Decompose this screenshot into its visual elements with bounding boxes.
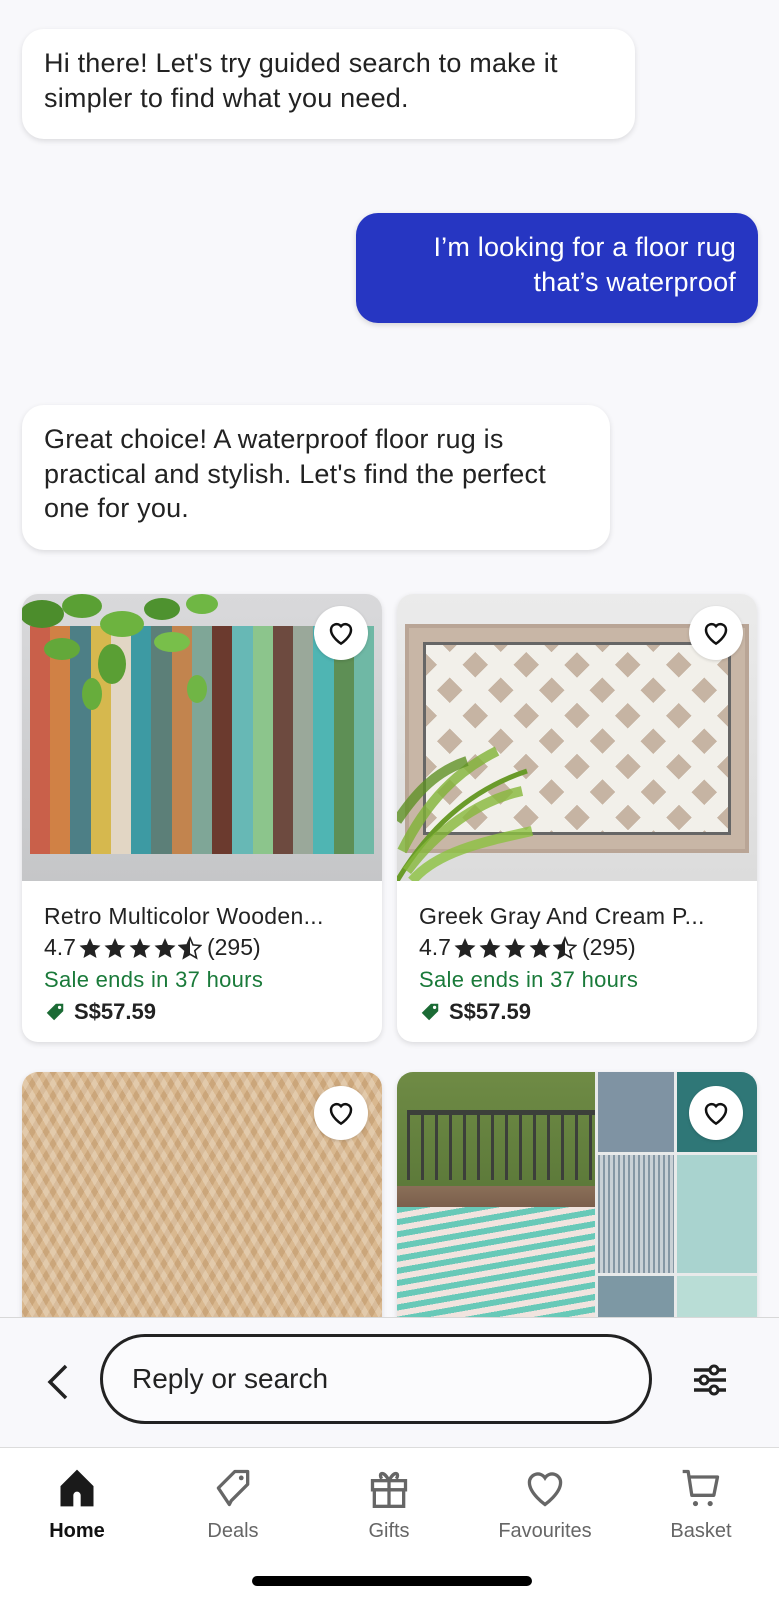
palm-decoration [397,746,534,881]
chevron-left-icon [47,1364,68,1400]
tab-label: Favourites [498,1520,592,1542]
product-price: S$57.59 [419,996,735,1028]
chat-area: Hi there! Let's try guided search to mak… [0,0,779,1317]
sale-text: Sale ends in 37 hours [419,967,639,992]
star-half-icon [552,935,577,960]
star-full-icon [454,937,476,958]
user-message: I’m looking for a floor rug that’s water… [356,213,758,323]
heart-icon [704,1102,728,1126]
search-field[interactable] [100,1334,652,1424]
back-button[interactable] [38,1358,78,1406]
review-count: (295) [206,934,261,960]
cart-icon [682,1469,720,1507]
price-value: S$57.59 [74,999,156,1024]
filter-button[interactable] [688,1358,732,1402]
star-full-icon [104,937,126,958]
product-title[interactable]: Greek Gray And Cream P... [419,901,735,932]
product-card[interactable] [397,1072,757,1317]
star-rating [78,935,203,960]
star-full-icon [479,937,501,958]
swatch-5 [598,1276,674,1317]
product-image[interactable] [397,1072,757,1317]
product-price: S$57.59 [44,996,360,1028]
rating-value: 4.7 [419,934,451,960]
price-tag-icon [46,1003,64,1021]
price-value: S$57.59 [449,999,531,1024]
swatch-3 [598,1155,674,1273]
product-card[interactable]: Retro Multicolor Wooden... 4.7 (295) Sal… [22,594,382,1042]
gift-icon [370,1471,408,1508]
product-image[interactable] [22,1072,382,1317]
leaves-decoration [22,594,218,710]
star-full-icon [129,937,151,958]
tab-gifts[interactable]: Gifts [319,1466,459,1543]
product-card[interactable] [22,1072,382,1317]
price-tag-icon [421,1003,439,1021]
star-full-icon [504,937,526,958]
search-input[interactable] [132,1363,649,1395]
product-image[interactable] [397,594,757,881]
swatch-6 [677,1276,757,1317]
heart-icon [329,622,353,646]
favourite-button[interactable] [314,606,368,660]
favourite-button[interactable] [689,606,743,660]
tab-label: Deals [207,1520,259,1542]
favourite-button[interactable] [314,1086,368,1140]
review-count: (295) [581,934,636,960]
star-full-icon [79,937,101,958]
sliders-icon [694,1364,726,1396]
tab-favourites[interactable]: Favourites [475,1466,615,1543]
composer-bar [0,1317,779,1447]
star-full-icon [154,937,176,958]
star-rating [453,935,578,960]
tab-home[interactable]: Home [7,1466,147,1543]
tab-label: Home [49,1520,105,1542]
product-card[interactable]: Greek Gray And Cream P... 4.7 (295) Sale… [397,594,757,1042]
home-indicator[interactable] [252,1576,532,1586]
rating-value: 4.7 [44,934,76,960]
swatch-1 [598,1072,674,1152]
product-rating: 4.7 (295) [44,932,360,963]
tag-icon [216,1469,250,1507]
message-text: Hi there! Let's try guided search to mak… [44,48,558,113]
heart-icon [329,1102,353,1126]
message-text: I’m looking for a floor rug that’s water… [433,232,736,297]
sale-text: Sale ends in 37 hours [44,967,264,992]
assistant-message: Great choice! A waterproof floor rug is … [22,405,610,550]
product-title[interactable]: Retro Multicolor Wooden... [44,901,360,932]
tab-label: Basket [670,1520,732,1542]
message-text: Great choice! A waterproof floor rug is … [44,424,546,523]
product-image[interactable] [22,594,382,881]
heart-icon [704,622,728,646]
product-rating: 4.7 (295) [419,932,735,963]
swatch-4 [677,1155,757,1273]
tab-basket[interactable]: Basket [631,1466,771,1543]
tab-deals[interactable]: Deals [163,1466,303,1543]
tab-label: Gifts [368,1520,410,1542]
heart-icon [527,1472,563,1507]
star-full-icon [529,937,551,958]
assistant-message: Hi there! Let's try guided search to mak… [22,29,635,139]
favourite-button[interactable] [689,1086,743,1140]
patio-rug-scene [397,1072,595,1317]
home-icon [60,1469,94,1507]
star-half-icon [177,935,202,960]
